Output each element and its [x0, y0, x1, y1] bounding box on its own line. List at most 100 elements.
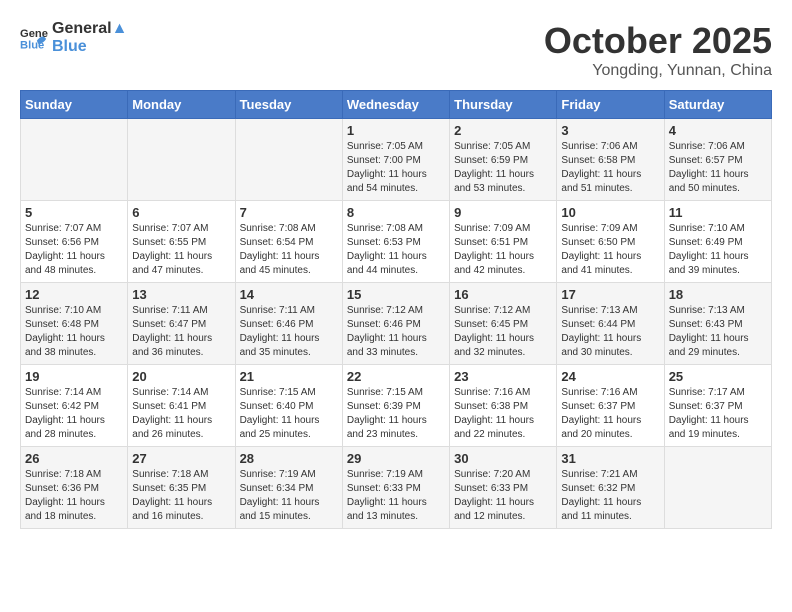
day-number: 25 [669, 369, 767, 384]
logo-blue: Blue [52, 38, 127, 56]
day-number: 29 [347, 451, 445, 466]
day-cell: 5 Sunrise: 7:07 AM Sunset: 6:56 PM Daylig… [21, 201, 128, 283]
day-cell: 19 Sunrise: 7:14 AM Sunset: 6:42 PM Dayli… [21, 365, 128, 447]
day-number: 26 [25, 451, 123, 466]
logo: General Blue General▲ Blue [20, 20, 127, 55]
day-info: Sunrise: 7:15 AM Sunset: 6:39 PM Dayligh… [347, 386, 445, 442]
day-cell: 23 Sunrise: 7:16 AM Sunset: 6:38 PM Dayli… [450, 365, 557, 447]
day-info: Sunrise: 7:12 AM Sunset: 6:46 PM Dayligh… [347, 304, 445, 360]
day-info: Sunrise: 7:08 AM Sunset: 6:53 PM Dayligh… [347, 222, 445, 278]
day-number: 22 [347, 369, 445, 384]
day-info: Sunrise: 7:13 AM Sunset: 6:44 PM Dayligh… [561, 304, 659, 360]
day-cell: 12 Sunrise: 7:10 AM Sunset: 6:48 PM Dayli… [21, 283, 128, 365]
day-info: Sunrise: 7:14 AM Sunset: 6:42 PM Dayligh… [25, 386, 123, 442]
day-cell: 21Sunrise: 7:15 AM Sunset: 6:40 PM Dayli… [235, 365, 342, 447]
day-info: Sunrise: 7:10 AM Sunset: 6:49 PM Dayligh… [669, 222, 767, 278]
day-info: Sunrise: 7:18 AM Sunset: 6:35 PM Dayligh… [132, 468, 230, 524]
day-number: 31 [561, 451, 659, 466]
day-number: 13 [132, 287, 230, 302]
day-number: 17 [561, 287, 659, 302]
day-cell [664, 447, 771, 529]
day-number: 19 [25, 369, 123, 384]
day-cell: 27 Sunrise: 7:18 AM Sunset: 6:35 PM Dayli… [128, 447, 235, 529]
day-number: 10 [561, 205, 659, 220]
day-cell [235, 119, 342, 201]
day-cell: 24 Sunrise: 7:16 AM Sunset: 6:37 PM Dayli… [557, 365, 664, 447]
day-number: 24 [561, 369, 659, 384]
day-cell: 1Sunrise: 7:05 AM Sunset: 7:00 PM Daylig… [342, 119, 449, 201]
day-info: Sunrise: 7:08 AM Sunset: 6:54 PM Dayligh… [240, 222, 338, 278]
day-info: Sunrise: 7:10 AM Sunset: 6:48 PM Dayligh… [25, 304, 123, 360]
day-cell: 18Sunrise: 7:13 AM Sunset: 6:43 PM Dayli… [664, 283, 771, 365]
day-info: Sunrise: 7:06 AM Sunset: 6:57 PM Dayligh… [669, 140, 767, 196]
day-info: Sunrise: 7:11 AM Sunset: 6:46 PM Dayligh… [240, 304, 338, 360]
week-row-5: 26Sunrise: 7:18 AM Sunset: 6:36 PM Dayli… [21, 447, 772, 529]
day-cell: 15 Sunrise: 7:12 AM Sunset: 6:46 PM Dayli… [342, 283, 449, 365]
day-cell: 22 Sunrise: 7:15 AM Sunset: 6:39 PM Dayli… [342, 365, 449, 447]
day-cell: 9 Sunrise: 7:09 AM Sunset: 6:51 PM Daylig… [450, 201, 557, 283]
day-number: 12 [25, 287, 123, 302]
day-cell: 2 Sunrise: 7:05 AM Sunset: 6:59 PM Daylig… [450, 119, 557, 201]
header-cell-thursday: Thursday [450, 91, 557, 119]
day-info: Sunrise: 7:13 AM Sunset: 6:43 PM Dayligh… [669, 304, 767, 360]
day-info: Sunrise: 7:09 AM Sunset: 6:51 PM Dayligh… [454, 222, 552, 278]
day-number: 27 [132, 451, 230, 466]
svg-text:Blue: Blue [20, 39, 44, 51]
day-number: 3 [561, 123, 659, 138]
day-cell: 7Sunrise: 7:08 AM Sunset: 6:54 PM Daylig… [235, 201, 342, 283]
logo-icon: General Blue [20, 24, 48, 52]
day-cell: 16 Sunrise: 7:12 AM Sunset: 6:45 PM Dayli… [450, 283, 557, 365]
day-cell: 14 Sunrise: 7:11 AM Sunset: 6:46 PM Dayli… [235, 283, 342, 365]
header-cell-saturday: Saturday [664, 91, 771, 119]
day-cell: 3 Sunrise: 7:06 AM Sunset: 6:58 PM Daylig… [557, 119, 664, 201]
day-cell [128, 119, 235, 201]
day-cell: 13 Sunrise: 7:11 AM Sunset: 6:47 PM Dayli… [128, 283, 235, 365]
page-header: General Blue General▲ Blue October 2025 … [20, 20, 772, 80]
day-info: Sunrise: 7:20 AM Sunset: 6:33 PM Dayligh… [454, 468, 552, 524]
day-info: Sunrise: 7:21 AM Sunset: 6:32 PM Dayligh… [561, 468, 659, 524]
day-info: Sunrise: 7:17 AM Sunset: 6:37 PM Dayligh… [669, 386, 767, 442]
day-info: Sunrise: 7:12 AM Sunset: 6:45 PM Dayligh… [454, 304, 552, 360]
week-row-3: 12 Sunrise: 7:10 AM Sunset: 6:48 PM Dayli… [21, 283, 772, 365]
day-number: 30 [454, 451, 552, 466]
day-number: 9 [454, 205, 552, 220]
day-info: Sunrise: 7:05 AM Sunset: 7:00 PM Dayligh… [347, 140, 445, 196]
day-cell: 8 Sunrise: 7:08 AM Sunset: 6:53 PM Daylig… [342, 201, 449, 283]
title-area: October 2025 Yongding, Yunnan, China [544, 20, 772, 80]
day-info: Sunrise: 7:14 AM Sunset: 6:41 PM Dayligh… [132, 386, 230, 442]
header-cell-tuesday: Tuesday [235, 91, 342, 119]
day-number: 6 [132, 205, 230, 220]
day-cell [21, 119, 128, 201]
day-info: Sunrise: 7:16 AM Sunset: 6:38 PM Dayligh… [454, 386, 552, 442]
day-number: 8 [347, 205, 445, 220]
day-cell: 30 Sunrise: 7:20 AM Sunset: 6:33 PM Dayli… [450, 447, 557, 529]
day-info: Sunrise: 7:19 AM Sunset: 6:33 PM Dayligh… [347, 468, 445, 524]
day-cell: 17 Sunrise: 7:13 AM Sunset: 6:44 PM Dayli… [557, 283, 664, 365]
day-info: Sunrise: 7:15 AM Sunset: 6:40 PM Dayligh… [240, 386, 338, 442]
day-info: Sunrise: 7:11 AM Sunset: 6:47 PM Dayligh… [132, 304, 230, 360]
header-cell-monday: Monday [128, 91, 235, 119]
day-number: 11 [669, 205, 767, 220]
day-number: 15 [347, 287, 445, 302]
header-cell-sunday: Sunday [21, 91, 128, 119]
week-row-4: 19 Sunrise: 7:14 AM Sunset: 6:42 PM Dayli… [21, 365, 772, 447]
day-number: 4 [669, 123, 767, 138]
calendar-table: SundayMondayTuesdayWednesdayThursdayFrid… [20, 90, 772, 529]
day-cell: 28 Sunrise: 7:19 AM Sunset: 6:34 PM Dayli… [235, 447, 342, 529]
day-number: 23 [454, 369, 552, 384]
day-cell: 20Sunrise: 7:14 AM Sunset: 6:41 PM Dayli… [128, 365, 235, 447]
day-info: Sunrise: 7:16 AM Sunset: 6:37 PM Dayligh… [561, 386, 659, 442]
day-info: Sunrise: 7:06 AM Sunset: 6:58 PM Dayligh… [561, 140, 659, 196]
day-number: 2 [454, 123, 552, 138]
day-info: Sunrise: 7:07 AM Sunset: 6:56 PM Dayligh… [25, 222, 123, 278]
header-cell-wednesday: Wednesday [342, 91, 449, 119]
day-number: 14 [240, 287, 338, 302]
day-number: 16 [454, 287, 552, 302]
day-number: 5 [25, 205, 123, 220]
day-info: Sunrise: 7:19 AM Sunset: 6:34 PM Dayligh… [240, 468, 338, 524]
header-cell-friday: Friday [557, 91, 664, 119]
day-number: 28 [240, 451, 338, 466]
day-cell: 29 Sunrise: 7:19 AM Sunset: 6:33 PM Dayli… [342, 447, 449, 529]
week-row-1: 1Sunrise: 7:05 AM Sunset: 7:00 PM Daylig… [21, 119, 772, 201]
day-info: Sunrise: 7:05 AM Sunset: 6:59 PM Dayligh… [454, 140, 552, 196]
